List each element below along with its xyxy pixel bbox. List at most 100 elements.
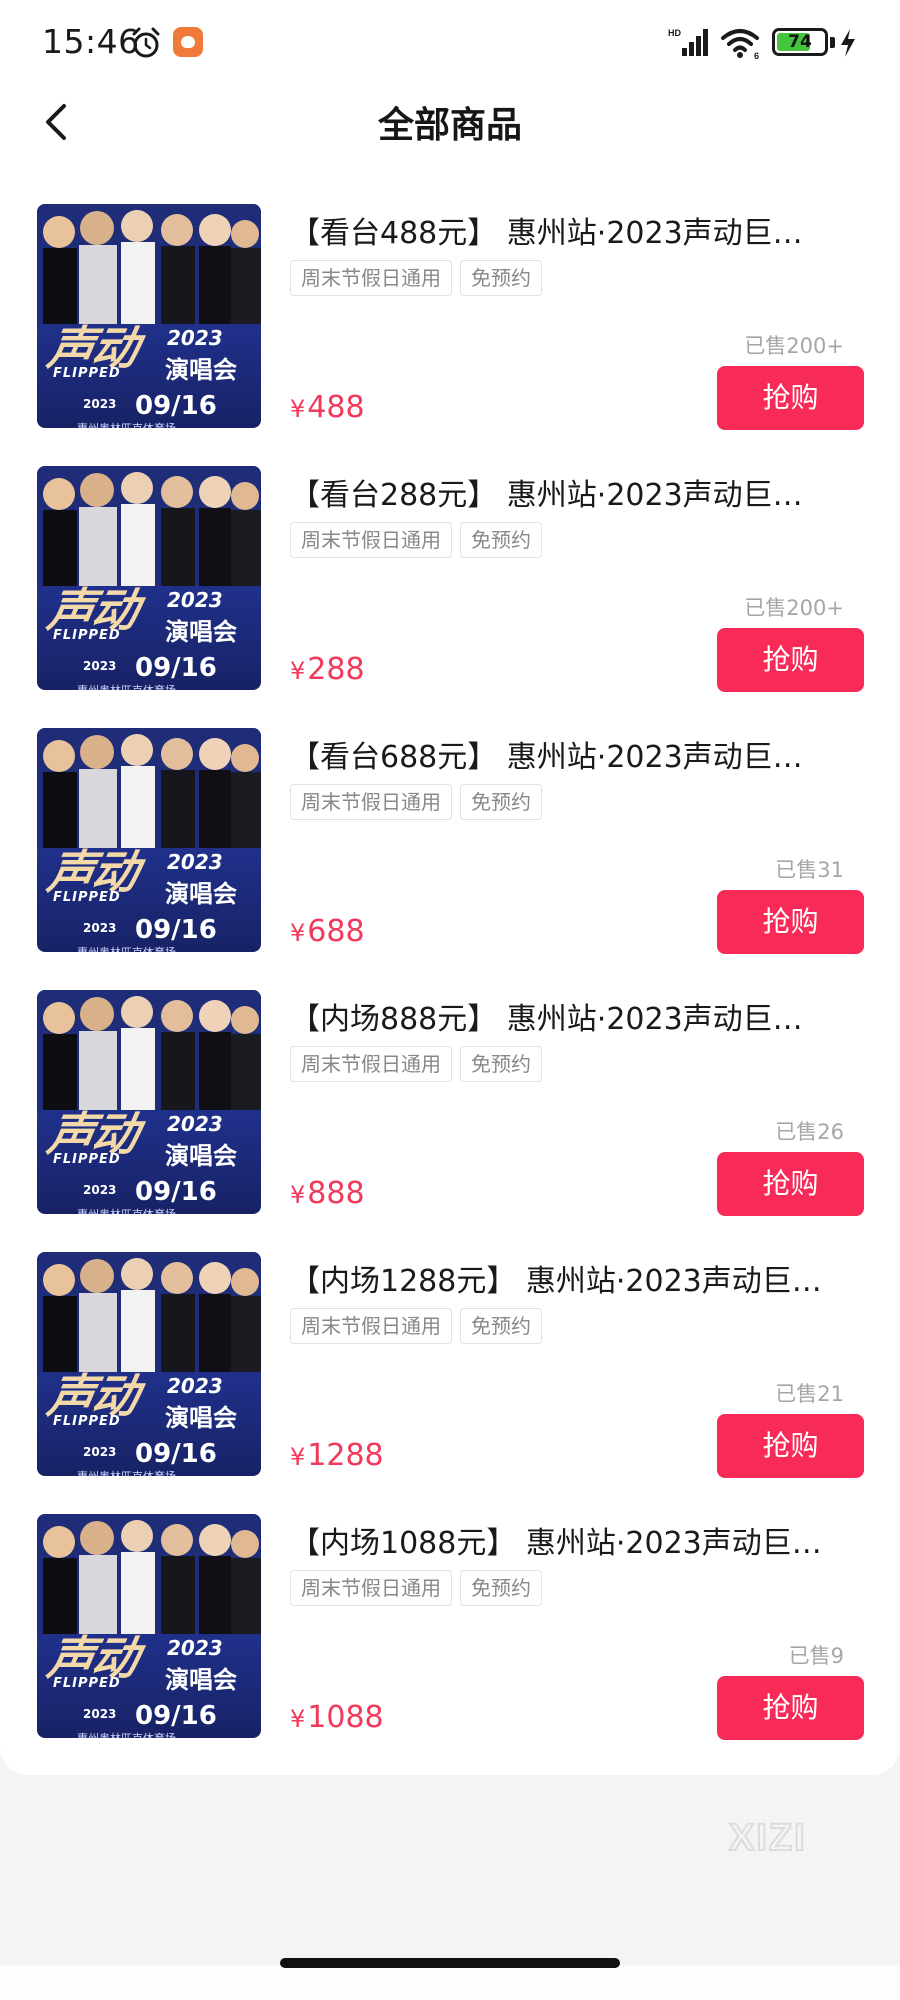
sold-count: 已售9: [788, 1644, 844, 1668]
buy-button[interactable]: 抢购: [717, 1676, 864, 1740]
tag-weekend-holiday: 周末节假日通用: [290, 260, 452, 296]
hd-signal-icon: HD: [668, 28, 708, 56]
price: ¥688: [290, 914, 365, 949]
price-value: 288: [307, 652, 365, 687]
price: ¥1288: [290, 1438, 384, 1473]
tag-row: 周末节假日通用 免预约: [290, 784, 542, 820]
thumb-logo-year: 2023: [167, 326, 223, 350]
product-thumbnail[interactable]: 声动 FLIPPED 2023 演唱会 2023 09/16 惠州奥林匹克体育场: [37, 1514, 261, 1738]
thumb-logo-show: 演唱会: [165, 356, 237, 384]
price-value: 688: [307, 914, 365, 949]
thumb-venue: 惠州奥林匹克体育场: [77, 682, 176, 690]
thumb-logo-show: 演唱会: [165, 1404, 237, 1432]
thumb-logo-show: 演唱会: [165, 1142, 237, 1170]
battery-cap: [830, 37, 835, 48]
thumb-logo-en: FLIPPED: [53, 1414, 121, 1429]
thumb-logo-show: 演唱会: [165, 880, 237, 908]
thumb-venue: 惠州奥林匹克体育场: [77, 944, 176, 952]
thumb-date-year: 2023: [83, 659, 117, 673]
thumb-logo-en: FLIPPED: [53, 366, 121, 381]
thumb-logo-show: 演唱会: [165, 618, 237, 646]
charging-bolt-icon: [841, 29, 855, 57]
product-title[interactable]: 【内场1288元】 惠州站·2023声动巨…: [290, 1256, 855, 1300]
product-title[interactable]: 【看台288元】 惠州站·2023声动巨…: [290, 470, 855, 514]
tag-row: 周末节假日通用 免预约: [290, 260, 542, 296]
thumb-logo-en: FLIPPED: [53, 890, 121, 905]
thumb-date-year: 2023: [83, 1183, 117, 1197]
tag-no-reservation: 免预约: [460, 1308, 542, 1344]
price-value: 888: [307, 1176, 365, 1211]
tag-no-reservation: 免预约: [460, 784, 542, 820]
thumb-date-year: 2023: [83, 1707, 117, 1721]
tag-no-reservation: 免预约: [460, 260, 542, 296]
buy-button[interactable]: 抢购: [717, 890, 864, 954]
thumb-date: 09/16: [135, 1439, 217, 1469]
performers-photo: [37, 466, 261, 586]
svg-text:XIZI: XIZI: [729, 1817, 807, 1858]
svg-text:6: 6: [754, 51, 759, 60]
thumb-venue: 惠州奥林匹克体育场: [77, 420, 176, 428]
sold-count: 已售200+: [744, 334, 844, 358]
tag-row: 周末节假日通用 免预约: [290, 1046, 542, 1082]
currency-symbol: ¥: [290, 1705, 306, 1733]
product-item[interactable]: 声动 FLIPPED 2023 演唱会 2023 09/16 惠州奥林匹克体育场…: [0, 204, 900, 432]
currency-symbol: ¥: [290, 657, 306, 685]
buy-button[interactable]: 抢购: [717, 628, 864, 692]
wifi-icon: 6: [721, 29, 759, 60]
sold-count: 已售26: [775, 1120, 844, 1144]
product-title[interactable]: 【内场1088元】 惠州站·2023声动巨…: [290, 1518, 855, 1562]
product-thumbnail[interactable]: 声动 FLIPPED 2023 演唱会 2023 09/16 惠州奥林匹克体育场: [37, 204, 261, 428]
thumb-venue: 惠州奥林匹克体育场: [77, 1468, 176, 1476]
product-item[interactable]: 声动 FLIPPED 2023 演唱会 2023 09/16 惠州奥林匹克体育场…: [0, 990, 900, 1218]
thumb-logo-year: 2023: [167, 1636, 223, 1660]
product-item[interactable]: 声动 FLIPPED 2023 演唱会 2023 09/16 惠州奥林匹克体育场…: [0, 1514, 900, 1742]
tag-weekend-holiday: 周末节假日通用: [290, 1570, 452, 1606]
product-title[interactable]: 【看台488元】 惠州站·2023声动巨…: [290, 208, 855, 252]
price-value: 488: [307, 390, 365, 425]
tag-no-reservation: 免预约: [460, 1570, 542, 1606]
buy-button[interactable]: 抢购: [717, 1414, 864, 1478]
status-bar: 15:46 HD 6 74: [0, 0, 900, 84]
currency-symbol: ¥: [290, 395, 306, 423]
product-thumbnail[interactable]: 声动 FLIPPED 2023 演唱会 2023 09/16 惠州奥林匹克体育场: [37, 1252, 261, 1476]
thumb-date: 09/16: [135, 1177, 217, 1207]
tag-row: 周末节假日通用 免预约: [290, 522, 542, 558]
product-item[interactable]: 声动 FLIPPED 2023 演唱会 2023 09/16 惠州奥林匹克体育场…: [0, 466, 900, 694]
thumb-logo-year: 2023: [167, 1112, 223, 1136]
app-notification-icon: [173, 27, 203, 57]
currency-symbol: ¥: [290, 1181, 306, 1209]
thumb-date-year: 2023: [83, 921, 117, 935]
sold-count: 已售200+: [744, 596, 844, 620]
product-thumbnail[interactable]: 声动 FLIPPED 2023 演唱会 2023 09/16 惠州奥林匹克体育场: [37, 728, 261, 952]
tag-weekend-holiday: 周末节假日通用: [290, 1046, 452, 1082]
buy-button[interactable]: 抢购: [717, 366, 864, 430]
price: ¥1088: [290, 1700, 384, 1735]
price-value: 1088: [307, 1700, 384, 1735]
status-time: 15:46: [42, 22, 140, 61]
thumb-logo-show: 演唱会: [165, 1666, 237, 1694]
thumb-logo-year: 2023: [167, 1374, 223, 1398]
home-indicator[interactable]: [280, 1958, 620, 1968]
tag-row: 周末节假日通用 免预约: [290, 1308, 542, 1344]
tag-no-reservation: 免预约: [460, 1046, 542, 1082]
product-title[interactable]: 【看台688元】 惠州站·2023声动巨…: [290, 732, 855, 776]
product-thumbnail[interactable]: 声动 FLIPPED 2023 演唱会 2023 09/16 惠州奥林匹克体育场: [37, 990, 261, 1214]
sold-count: 已售31: [775, 858, 844, 882]
thumb-venue: 惠州奥林匹克体育场: [77, 1206, 176, 1214]
tag-weekend-holiday: 周末节假日通用: [290, 784, 452, 820]
buy-button[interactable]: 抢购: [717, 1152, 864, 1216]
performers-photo: [37, 204, 261, 324]
product-thumbnail[interactable]: 声动 FLIPPED 2023 演唱会 2023 09/16 惠州奥林匹克体育场: [37, 466, 261, 690]
tag-weekend-holiday: 周末节假日通用: [290, 1308, 452, 1344]
currency-symbol: ¥: [290, 1443, 306, 1471]
tag-no-reservation: 免预约: [460, 522, 542, 558]
performers-photo: [37, 1252, 261, 1372]
product-item[interactable]: 声动 FLIPPED 2023 演唱会 2023 09/16 惠州奥林匹克体育场…: [0, 1252, 900, 1480]
svg-text:HD: HD: [668, 28, 681, 38]
thumb-logo-year: 2023: [167, 588, 223, 612]
tag-weekend-holiday: 周末节假日通用: [290, 522, 452, 558]
thumb-date: 09/16: [135, 915, 217, 945]
page-title: 全部商品: [377, 105, 522, 146]
product-item[interactable]: 声动 FLIPPED 2023 演唱会 2023 09/16 惠州奥林匹克体育场…: [0, 728, 900, 956]
product-title[interactable]: 【内场888元】 惠州站·2023声动巨…: [290, 994, 855, 1038]
